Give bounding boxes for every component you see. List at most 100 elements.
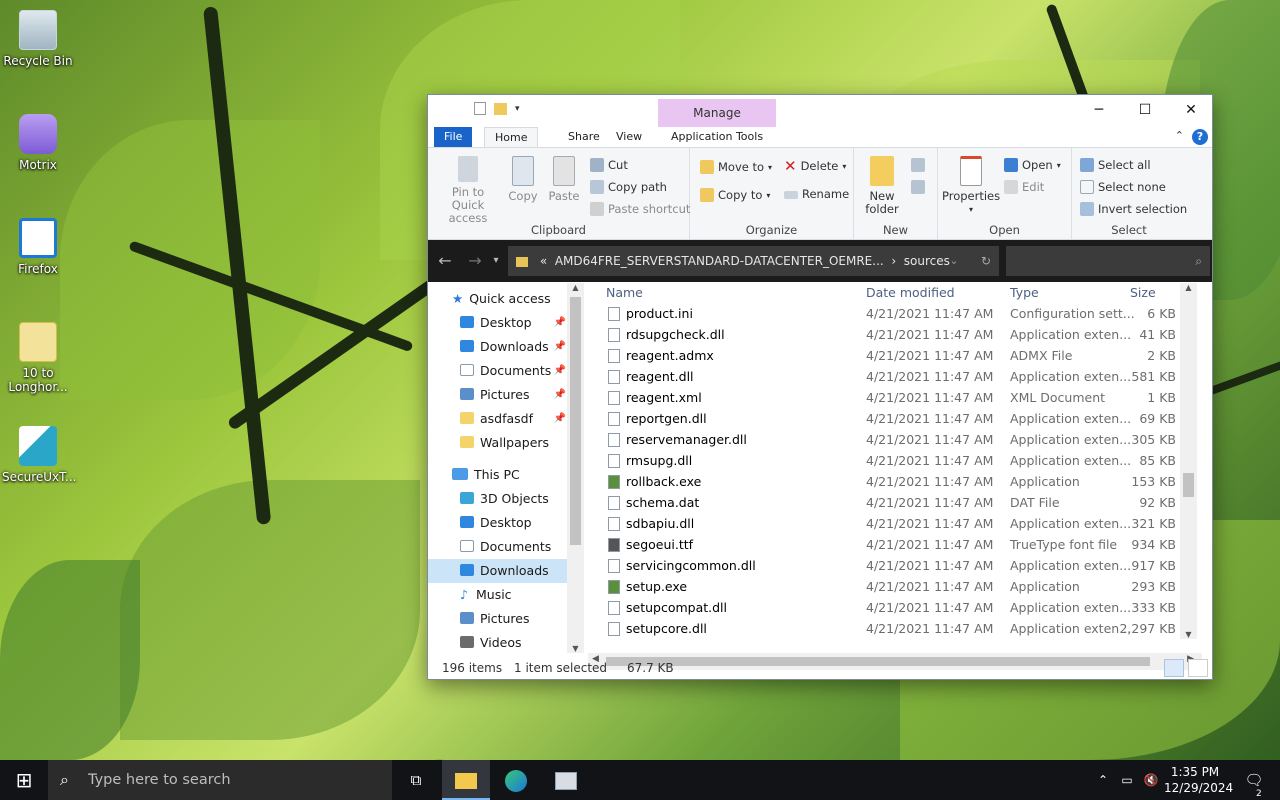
select-none-button[interactable]: Select none bbox=[1080, 180, 1166, 194]
invert-selection-button[interactable]: Invert selection bbox=[1080, 202, 1187, 216]
help-icon[interactable]: ? bbox=[1192, 129, 1208, 145]
nav-item-wallpapers[interactable]: Wallpapers bbox=[428, 431, 568, 455]
breadcrumb-separator[interactable]: › bbox=[891, 254, 896, 268]
new-folder-qat-icon[interactable] bbox=[494, 102, 507, 115]
file-row[interactable]: sdbapiu.dll 4/21/2021 11:47 AM Application… bbox=[588, 513, 1198, 534]
nav-this-pc[interactable]: This PC bbox=[428, 463, 568, 487]
delete-button[interactable]: ✕ Delete ▾ bbox=[784, 159, 846, 174]
pin-to-quick-access-button[interactable]: Pin to Quick access bbox=[434, 156, 502, 225]
task-view-button[interactable]: ⧉ bbox=[394, 760, 438, 800]
start-button[interactable]: ⊞ bbox=[0, 760, 48, 800]
rename-button[interactable]: Rename bbox=[784, 188, 849, 201]
column-header-type[interactable]: Type bbox=[1010, 285, 1039, 300]
column-header-size[interactable]: Size bbox=[1130, 285, 1156, 300]
desktop-icon-recycle-bin[interactable]: Recycle Bin bbox=[2, 10, 74, 68]
paste-shortcut-button[interactable]: Paste shortcut bbox=[590, 202, 690, 216]
nav-item-pc-desktop[interactable]: Desktop bbox=[428, 511, 568, 535]
scroll-up-icon[interactable]: ▲ bbox=[567, 283, 584, 292]
network-icon[interactable]: ▭ bbox=[1116, 760, 1138, 800]
chevron-down-icon[interactable]: ▾ bbox=[515, 104, 520, 114]
address-overflow[interactable]: « bbox=[540, 254, 547, 268]
breadcrumb-root[interactable]: AMD64FRE_SERVERSTANDARD-DATACENTER_OEMRE… bbox=[555, 254, 884, 268]
file-row[interactable]: reportgen.dll 4/21/2021 11:47 AM Applicati… bbox=[588, 408, 1198, 429]
minimize-button[interactable]: ─ bbox=[1076, 95, 1122, 125]
edit-button[interactable]: Edit bbox=[1004, 180, 1044, 194]
nav-item-downloads[interactable]: Downloads 📌 bbox=[428, 335, 568, 359]
nav-quick-access[interactable]: ★ Quick access bbox=[428, 287, 568, 311]
file-row[interactable]: reagent.dll 4/21/2021 11:47 AM Application… bbox=[588, 366, 1198, 387]
file-row[interactable]: reagent.xml 4/21/2021 11:47 AM XML Documen… bbox=[588, 387, 1198, 408]
properties-button[interactable]: Properties ▾ bbox=[942, 156, 1000, 216]
new-folder-button[interactable]: New folder bbox=[862, 156, 902, 216]
tab-view[interactable]: View bbox=[606, 127, 652, 147]
taskbar-search-box[interactable]: ⌕ Type here to search bbox=[48, 760, 392, 800]
file-row[interactable]: setupcompat.dll 4/21/2021 11:47 AM Applica… bbox=[588, 597, 1198, 618]
scroll-down-icon[interactable]: ▼ bbox=[567, 644, 584, 653]
desktop-icon-longhorn-folder[interactable]: 10 to Longhor... bbox=[2, 322, 74, 394]
tab-home[interactable]: Home bbox=[484, 127, 539, 148]
select-all-button[interactable]: Select all bbox=[1080, 158, 1151, 172]
cut-button[interactable]: Cut bbox=[590, 158, 628, 172]
nav-item-pc-pictures[interactable]: Pictures bbox=[428, 607, 568, 631]
paste-button[interactable]: Paste bbox=[546, 156, 582, 203]
address-bar[interactable]: « AMD64FRE_SERVERSTANDARD-DATACENTER_OEM… bbox=[508, 246, 998, 276]
scroll-down-icon[interactable]: ▼ bbox=[1180, 630, 1197, 639]
nav-item-documents[interactable]: Documents 📌 bbox=[428, 359, 568, 383]
maximize-button[interactable]: ☐ bbox=[1122, 95, 1168, 125]
column-header-name[interactable]: Name bbox=[606, 285, 643, 300]
large-icons-view-icon[interactable] bbox=[1188, 659, 1208, 677]
taskbar-edge[interactable] bbox=[492, 760, 540, 800]
move-to-button[interactable]: Move to ▾ bbox=[700, 160, 772, 174]
file-row[interactable]: product.ini 4/21/2021 11:47 AM Configurati… bbox=[588, 303, 1198, 324]
close-button[interactable]: ✕ bbox=[1168, 95, 1214, 125]
new-item-button[interactable] bbox=[906, 158, 930, 175]
copy-to-button[interactable]: Copy to ▾ bbox=[700, 188, 770, 202]
nav-item-music[interactable]: ♪ Music bbox=[428, 583, 568, 607]
nav-item-3d-objects[interactable]: 3D Objects bbox=[428, 487, 568, 511]
file-row[interactable]: servicingcommon.dll 4/21/2021 11:47 AM App… bbox=[588, 555, 1198, 576]
file-row[interactable]: setupcore.dll 4/21/2021 11:47 AM Applicati… bbox=[588, 618, 1198, 639]
copy-path-button[interactable]: Copy path bbox=[590, 180, 667, 194]
open-button[interactable]: Open ▾ bbox=[1004, 158, 1061, 172]
nav-item-pc-downloads[interactable]: Downloads bbox=[428, 559, 568, 583]
column-header-date[interactable]: Date modified bbox=[866, 285, 955, 300]
clock[interactable]: 1:35 PM 12/29/2024 bbox=[1164, 760, 1233, 800]
file-row[interactable]: rmsupg.dll 4/21/2021 11:47 AM Application … bbox=[588, 450, 1198, 471]
properties-qat-icon[interactable] bbox=[474, 102, 486, 115]
nav-scrollbar[interactable]: ▲ ▼ bbox=[567, 283, 584, 653]
tab-application-tools[interactable]: Application Tools bbox=[661, 127, 773, 147]
recent-locations-chevron-icon[interactable]: ▾ bbox=[486, 240, 506, 282]
easy-access-button[interactable] bbox=[906, 180, 930, 197]
nav-item-desktop[interactable]: Desktop 📌 bbox=[428, 311, 568, 335]
nav-item-videos[interactable]: Videos bbox=[428, 631, 568, 653]
taskbar-app[interactable] bbox=[542, 760, 590, 800]
taskbar-file-explorer[interactable] bbox=[442, 760, 490, 800]
file-scroll-thumb[interactable] bbox=[1183, 473, 1194, 497]
file-row[interactable]: schema.dat 4/21/2021 11:47 AM DAT File 92 K… bbox=[588, 492, 1198, 513]
desktop-icon-motrix[interactable]: Motrix bbox=[2, 114, 74, 172]
collapse-ribbon-icon[interactable]: ⌃ bbox=[1175, 129, 1184, 142]
tab-file[interactable]: File bbox=[434, 127, 473, 147]
nav-item-pc-documents[interactable]: Documents bbox=[428, 535, 568, 559]
file-row[interactable]: setup.exe 4/21/2021 11:47 AM Application 29… bbox=[588, 576, 1198, 597]
show-hidden-icons-icon[interactable]: ⌃ bbox=[1092, 760, 1114, 800]
back-arrow-icon[interactable]: ← bbox=[430, 240, 460, 282]
nav-item-pictures[interactable]: Pictures 📌 bbox=[428, 383, 568, 407]
desktop-icon-firefox[interactable]: Firefox bbox=[2, 218, 74, 276]
address-dropdown-icon[interactable]: ⌄ bbox=[942, 240, 966, 282]
desktop-icon-secureux[interactable]: SecureUxT... bbox=[2, 426, 77, 484]
file-row[interactable]: reservemanager.dll 4/21/2021 11:47 AM Appl… bbox=[588, 429, 1198, 450]
file-row[interactable]: reagent.admx 4/21/2021 11:47 AM ADMX File 2… bbox=[588, 345, 1198, 366]
scroll-up-icon[interactable]: ▲ bbox=[1180, 283, 1197, 292]
context-tab-manage[interactable]: Manage bbox=[658, 99, 776, 127]
nav-item-asdfasdf[interactable]: asdfasdf 📌 bbox=[428, 407, 568, 431]
file-row[interactable]: rdsupgcheck.dll 4/21/2021 11:47 AM Applica… bbox=[588, 324, 1198, 345]
file-row[interactable]: rollback.exe 4/21/2021 11:47 AM Applicatio… bbox=[588, 471, 1198, 492]
notifications-button[interactable]: 🗨 2 bbox=[1234, 760, 1274, 800]
tab-share[interactable]: Share bbox=[558, 127, 610, 147]
volume-muted-icon[interactable]: 🔇 bbox=[1140, 760, 1162, 800]
nav-scroll-thumb[interactable] bbox=[570, 297, 581, 545]
search-input[interactable]: ⌕ bbox=[1006, 246, 1210, 276]
file-row[interactable]: segoeui.ttf 4/21/2021 11:47 AM TrueType fo… bbox=[588, 534, 1198, 555]
copy-button[interactable]: Copy bbox=[506, 156, 540, 203]
